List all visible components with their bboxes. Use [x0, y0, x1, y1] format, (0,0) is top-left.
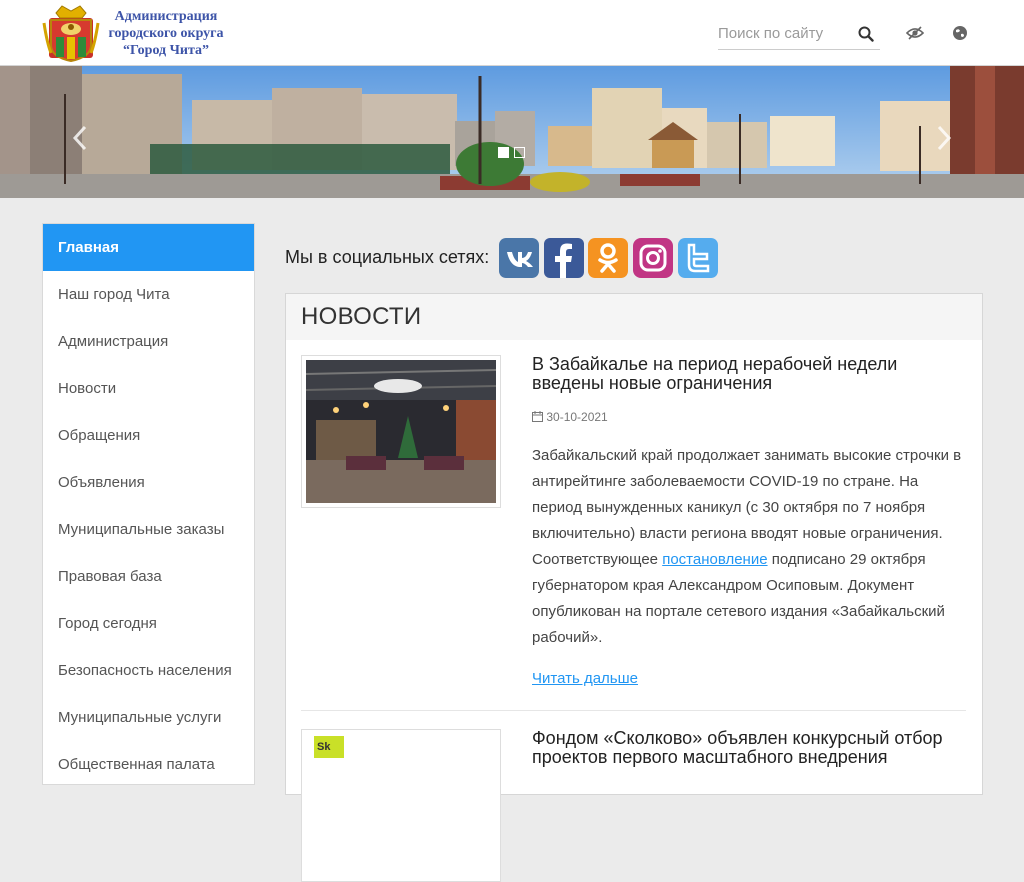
sidebar-item-home[interactable]: Главная	[43, 224, 254, 271]
accessibility-eye-icon[interactable]	[906, 24, 924, 42]
article-body: Забайкальский край продолжает занимать в…	[532, 443, 968, 651]
news-heading: НОВОСТИ	[286, 294, 982, 340]
logo-line-1: Администрация	[114, 9, 218, 24]
site-logo[interactable]: Администрация городского округа “Город Ч…	[42, 3, 232, 63]
calendar-icon	[532, 411, 543, 422]
odnoklassniki-icon[interactable]	[588, 238, 628, 278]
sidebar-item-municipal-orders[interactable]: Муниципальные заказы	[43, 506, 254, 553]
sidebar-item-our-city[interactable]: Наш город Чита	[43, 271, 254, 318]
article-date: 30-10-2021	[532, 410, 608, 424]
sidebar-item-administration[interactable]: Администрация	[43, 318, 254, 365]
site-logo-text: Администрация городского округа “Город Ч…	[100, 8, 232, 59]
sidebar-item-announcements[interactable]: Объявления	[43, 459, 254, 506]
city-coat-of-arms-icon	[42, 5, 100, 63]
instagram-icon[interactable]	[633, 238, 673, 278]
facebook-icon[interactable]	[544, 238, 584, 278]
article-text-part-1: Забайкальский край продолжает занимать в…	[532, 447, 962, 568]
cafe-interior-photo	[306, 360, 496, 503]
sidebar-item-public-safety[interactable]: Безопасность населения	[43, 647, 254, 694]
vk-icon[interactable]	[499, 238, 539, 278]
article-thumbnail[interactable]	[301, 355, 501, 508]
chevron-right-icon[interactable]	[934, 124, 954, 152]
article-date-value: 30-10-2021	[546, 410, 608, 424]
slider-dot-active[interactable]	[498, 147, 509, 158]
news-block: НОВОСТИ В Забайкалье на период нерабочей…	[285, 293, 983, 882]
sidebar-item-appeals[interactable]: Обращения	[43, 412, 254, 459]
sidebar-item-legal-base[interactable]: Правовая база	[43, 553, 254, 600]
twitter-icon[interactable]	[678, 238, 718, 278]
logo-line-2: городского округа	[108, 26, 224, 41]
article-thumbnail-2[interactable]: Sk	[301, 729, 501, 882]
sidebar-item-city-today[interactable]: Город сегодня	[43, 600, 254, 647]
article-title-2[interactable]: Фондом «Сколково» объявлен конкурсный от…	[532, 729, 972, 767]
skolkovo-logo-icon: Sk	[314, 736, 344, 758]
search-box	[718, 20, 880, 50]
article-title[interactable]: В Забайкалье на период нерабочей недели …	[532, 355, 972, 393]
read-more-link[interactable]: Читать дальше	[532, 670, 638, 687]
site-header: Администрация городского округа “Город Ч…	[0, 0, 1024, 66]
hero-slider	[0, 66, 1024, 198]
social-label: Мы в социальных сетях:	[285, 247, 490, 267]
sidebar-item-municipal-services[interactable]: Муниципальные услуги	[43, 694, 254, 741]
globe-language-icon[interactable]	[951, 24, 969, 42]
logo-line-3: “Город Чита”	[122, 43, 210, 58]
city-panorama-image	[0, 66, 1024, 198]
slider-dot[interactable]	[514, 147, 525, 158]
sidebar-nav: Главная Наш город Чита Администрация Нов…	[42, 223, 255, 785]
decree-link[interactable]: постановление	[662, 551, 767, 568]
article-separator	[301, 710, 966, 711]
chevron-left-icon[interactable]	[70, 124, 90, 152]
search-icon[interactable]	[858, 26, 874, 42]
skolkovo-logo-text: Sk	[317, 741, 331, 753]
sidebar-item-public-chamber[interactable]: Общественная палата	[43, 741, 254, 788]
sidebar-item-news[interactable]: Новости	[43, 365, 254, 412]
search-input[interactable]	[718, 20, 848, 46]
